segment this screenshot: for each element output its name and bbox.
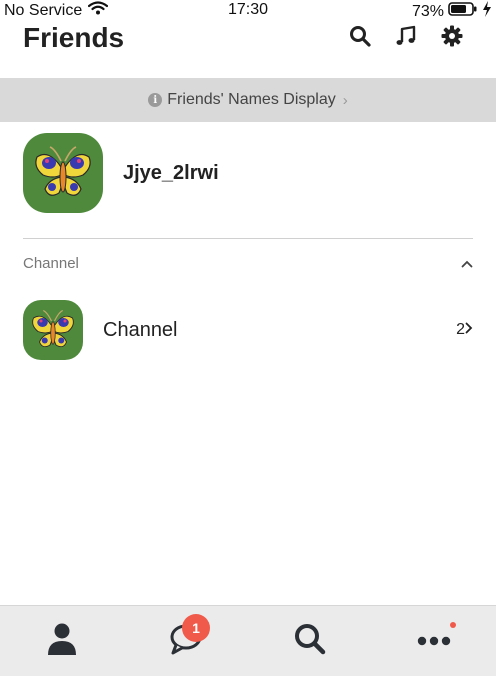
chevron-up-icon[interactable] [461,255,473,271]
search-tab[interactable] [248,606,372,676]
banner-text: Friends' Names Display [167,91,336,108]
header: Friends [0,22,496,78]
more-dots-icon [417,633,451,651]
butterfly-icon [35,146,91,196]
butterfly-icon [32,309,74,348]
channel-name: Channel [103,318,178,341]
music-icon[interactable] [394,24,418,48]
profile-name: Jjye_2lrwi [123,161,219,184]
status-bar: No Service 17:30 73% [0,0,496,22]
my-profile-row[interactable]: Jjye_2lrwi [23,133,473,213]
info-icon: i [148,93,163,107]
person-icon [46,622,78,661]
tab-bar: 1 [0,605,496,676]
charging-icon [482,1,492,22]
page-title: Friends [23,22,125,53]
channel-count: 2 [456,321,465,338]
search-icon[interactable] [348,24,372,48]
names-display-banner[interactable]: i Friends' Names Display › [0,78,496,122]
section-label: Channel [23,254,79,272]
battery-percent: 73% [411,2,444,20]
chevron-right-icon: › [342,91,348,109]
friends-tab[interactable] [0,606,124,676]
more-tab[interactable] [372,606,496,676]
channel-avatar [23,300,83,360]
battery-icon [448,2,478,21]
channel-row[interactable]: Channel 2 [23,300,473,360]
channel-section-header[interactable]: Channel [23,252,473,274]
gear-icon[interactable] [440,24,464,48]
battery-group: 73% [412,1,492,22]
unread-badge: 1 [182,614,210,642]
divider [23,238,473,239]
chevron-right-icon [465,321,473,339]
notification-dot [450,622,456,628]
chats-tab[interactable]: 1 [124,606,248,676]
search-icon [293,622,327,661]
avatar [23,133,103,213]
header-actions [348,24,464,48]
